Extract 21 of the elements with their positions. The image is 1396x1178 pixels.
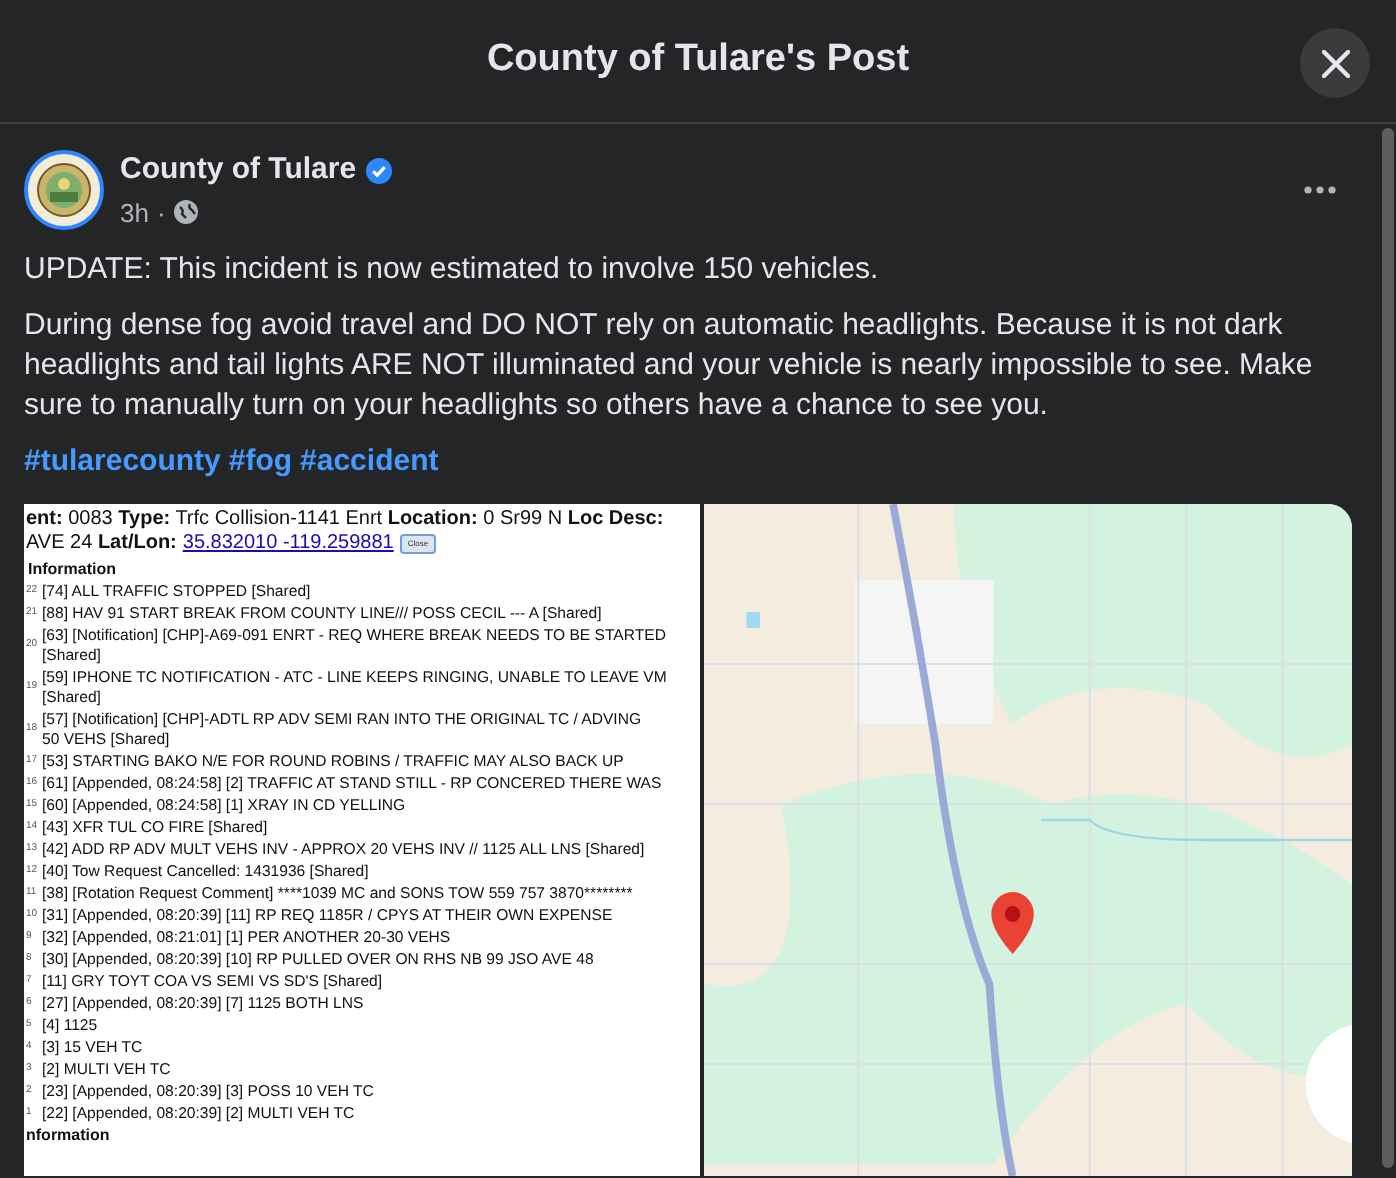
post-time[interactable]: 3h [120, 193, 149, 232]
scrollbar[interactable] [1382, 128, 1394, 1168]
author-name[interactable]: County of Tulare [120, 148, 357, 193]
dialog-title: County of Tulare's Post [486, 36, 910, 85]
verified-badge-icon [366, 157, 393, 184]
seal-icon [36, 162, 92, 218]
hashtag-link[interactable]: #accident [300, 442, 439, 482]
globe-icon [173, 200, 198, 225]
post-paragraph: During dense fog avoid travel and DO NOT rely on automatic headlights. Because it is not dark headlights and tail lights ARE NOT illuminated and your vehicle is nearly impossible to see. Make sure to manually turn on your headlights so others have a chance to see you. [24, 306, 1315, 426]
post-paragraph: UPDATE: This incident is now estimated to involve 150 vehicles. [24, 250, 881, 290]
separator-dot: · [156, 195, 166, 231]
section-heading: nformation [26, 1126, 112, 1144]
avatar[interactable] [24, 150, 104, 230]
hashtag-link[interactable]: #tularecounty [24, 442, 221, 482]
close-button[interactable] [1300, 28, 1370, 98]
incident-header-line: ent: 0083 Type: Trfc Collision-1141 Enrt Location: 0 Sr99 N Loc Desc: [26, 508, 666, 532]
section-heading: Information [28, 560, 118, 580]
close-icon [1321, 49, 1349, 77]
hashtag-link[interactable]: #fog [228, 442, 293, 482]
coordinates-link[interactable]: 35.832010 -119.259881 [182, 532, 394, 556]
incident-location-line: AVE 24 Lat/Lon: [26, 532, 177, 556]
